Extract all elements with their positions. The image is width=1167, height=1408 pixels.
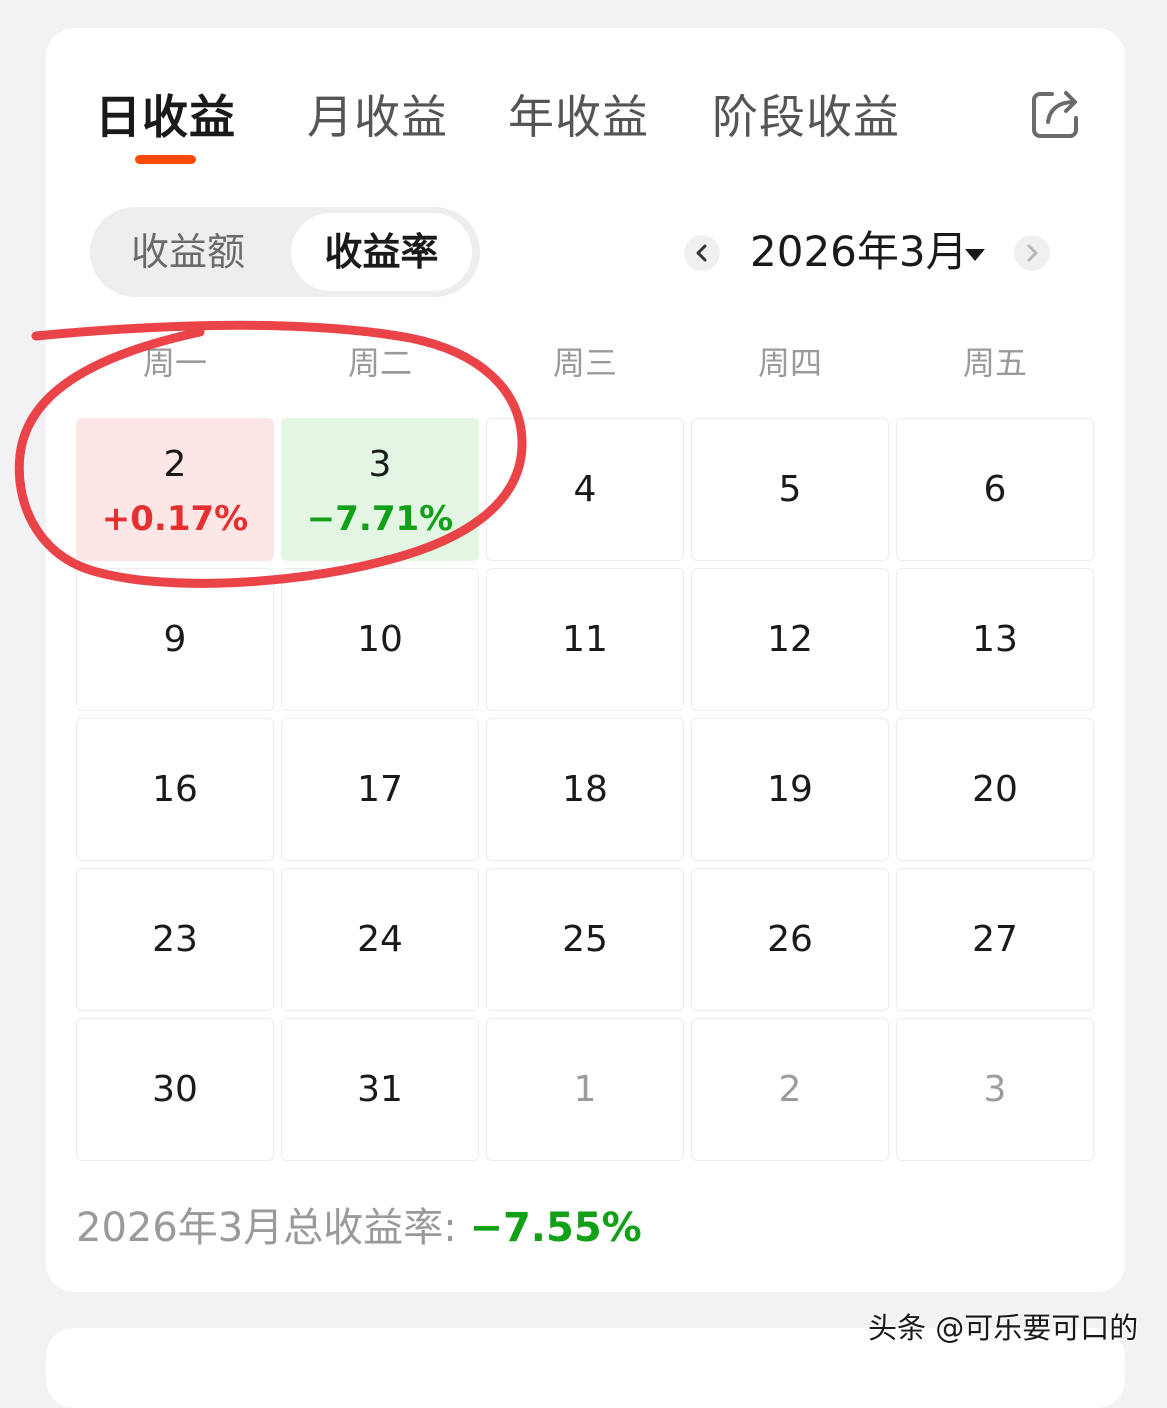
rate-option[interactable]: 收益率 xyxy=(291,213,472,291)
day-number: 25 xyxy=(562,919,608,960)
day-number: 26 xyxy=(767,919,813,960)
calendar-cell[interactable]: 6 xyxy=(896,418,1094,561)
next-month-button[interactable] xyxy=(1014,235,1050,271)
caret-down-icon[interactable] xyxy=(964,247,986,261)
calendar-cell[interactable]: 10 xyxy=(281,568,479,711)
calendar-cell[interactable]: 2 +0.17% xyxy=(76,418,274,561)
weekday-thu: 周四 xyxy=(757,344,822,382)
active-tab-indicator xyxy=(135,155,196,164)
calendar-cell[interactable]: 5 xyxy=(691,418,889,561)
day-number: 13 xyxy=(972,619,1018,660)
day-number: 24 xyxy=(357,919,403,960)
calendar-cell[interactable]: 12 xyxy=(691,568,889,711)
day-number: 5 xyxy=(778,469,802,510)
calendar-cell[interactable]: 27 xyxy=(896,868,1094,1011)
calendar-cell[interactable]: 13 xyxy=(896,568,1094,711)
calendar-cell[interactable]: 11 xyxy=(486,568,684,711)
monthly-total-summary: 2026年3月总收益率: −7.55% xyxy=(76,1200,642,1256)
day-number: 3 xyxy=(983,1069,1007,1110)
day-number: 17 xyxy=(357,769,403,810)
chevron-left-icon xyxy=(696,244,707,262)
day-number: 31 xyxy=(357,1069,403,1110)
share-export-icon[interactable] xyxy=(1030,88,1082,140)
amount-option[interactable]: 收益额 xyxy=(98,213,278,291)
daily-return-rate: +0.17% xyxy=(101,499,249,539)
calendar-cell-next-month[interactable]: 1 xyxy=(486,1018,684,1161)
calendar-cell[interactable]: 30 xyxy=(76,1018,274,1161)
tab-period-returns[interactable]: 阶段收益 xyxy=(712,82,900,152)
day-number: 2 xyxy=(163,444,187,485)
day-number: 6 xyxy=(983,469,1007,510)
calendar-cell[interactable]: 26 xyxy=(691,868,889,1011)
calendar-cell[interactable]: 18 xyxy=(486,718,684,861)
metric-toggle: 收益额 收益率 xyxy=(90,207,480,297)
watermark: 头条 @可乐要可口的 xyxy=(868,1311,1139,1345)
weekday-wed: 周三 xyxy=(552,344,617,382)
day-number: 23 xyxy=(152,919,198,960)
calendar-cell[interactable]: 31 xyxy=(281,1018,479,1161)
day-number: 12 xyxy=(767,619,813,660)
calendar-cell[interactable]: 16 xyxy=(76,718,274,861)
day-number: 30 xyxy=(152,1069,198,1110)
day-number: 2 xyxy=(778,1069,802,1110)
day-number: 3 xyxy=(368,444,392,485)
tab-monthly-returns[interactable]: 月收益 xyxy=(307,82,448,152)
summary-label: 2026年3月总收益率: xyxy=(76,1205,470,1251)
calendar-cell[interactable]: 19 xyxy=(691,718,889,861)
calendar-cell[interactable]: 23 xyxy=(76,868,274,1011)
daily-return-rate: −7.71% xyxy=(306,499,454,539)
calendar-cell[interactable]: 4 xyxy=(486,418,684,561)
day-number: 27 xyxy=(972,919,1018,960)
chevron-right-icon xyxy=(1027,244,1038,262)
prev-month-button[interactable] xyxy=(684,235,720,271)
calendar-cell[interactable]: 17 xyxy=(281,718,479,861)
calendar-cell[interactable]: 25 xyxy=(486,868,684,1011)
day-number: 16 xyxy=(152,769,198,810)
day-number: 1 xyxy=(573,1069,597,1110)
day-number: 4 xyxy=(573,469,597,510)
calendar-cell-next-month[interactable]: 2 xyxy=(691,1018,889,1161)
weekday-fri: 周五 xyxy=(962,344,1027,382)
weekday-mon: 周一 xyxy=(142,344,207,382)
day-number: 11 xyxy=(562,619,608,660)
day-number: 18 xyxy=(562,769,608,810)
calendar-cell-next-month[interactable]: 3 xyxy=(896,1018,1094,1161)
weekday-tue: 周二 xyxy=(347,344,412,382)
day-number: 20 xyxy=(972,769,1018,810)
calendar-cell[interactable]: 9 xyxy=(76,568,274,711)
calendar-cell[interactable]: 24 xyxy=(281,868,479,1011)
day-number: 9 xyxy=(163,619,187,660)
tab-yearly-returns[interactable]: 年收益 xyxy=(508,82,649,152)
calendar-cell[interactable]: 20 xyxy=(896,718,1094,861)
calendar-cell[interactable]: 3 −7.71% xyxy=(281,418,479,561)
day-number: 10 xyxy=(357,619,403,660)
tab-daily-returns[interactable]: 日收益 xyxy=(95,82,236,152)
month-selector[interactable]: 2026年3月 xyxy=(750,224,968,280)
summary-value: −7.55% xyxy=(469,1205,642,1251)
day-number: 19 xyxy=(767,769,813,810)
